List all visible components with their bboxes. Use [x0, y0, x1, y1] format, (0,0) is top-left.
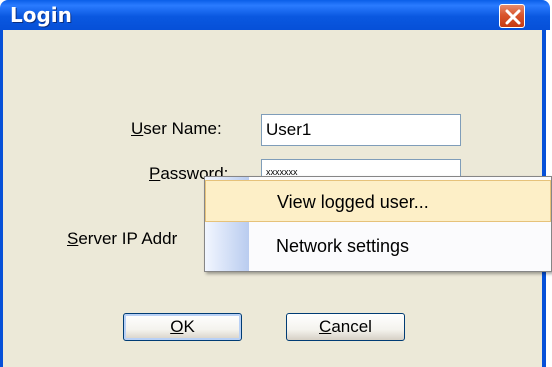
- context-menu: View logged user... Network settings: [204, 176, 552, 272]
- cancel-button[interactable]: Cancel: [286, 313, 405, 341]
- window-title: Login: [10, 3, 72, 27]
- server-ip-label: Server IP Addr: [67, 229, 178, 248]
- close-icon: [505, 9, 521, 25]
- title-bar[interactable]: Login: [0, 0, 550, 30]
- close-button[interactable]: [499, 4, 525, 28]
- user-name-label: User Name:: [131, 119, 222, 138]
- user-name-input[interactable]: User1: [261, 114, 461, 146]
- menu-item-view-logged-user[interactable]: View logged user...: [205, 180, 551, 222]
- menu-item-network-settings[interactable]: Network settings: [205, 225, 551, 267]
- ok-button[interactable]: OK: [123, 313, 242, 341]
- login-dialog: Login User Name: User1 Password: xxxxxxx…: [0, 0, 552, 367]
